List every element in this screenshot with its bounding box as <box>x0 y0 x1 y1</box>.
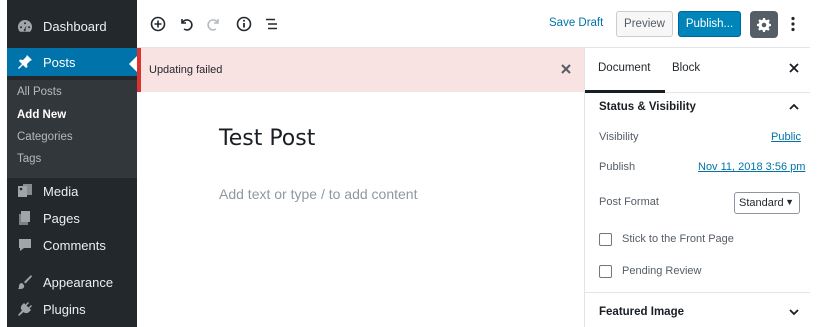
submenu-item-categories[interactable]: Categories <box>17 131 73 143</box>
settings-toggle-button[interactable] <box>750 11 778 38</box>
dashboard-icon <box>7 18 43 34</box>
sidebar-item-label: Media <box>43 183 79 199</box>
sidebar-item-label: Appearance <box>43 274 114 290</box>
post-title-input[interactable]: Test Post <box>219 126 315 151</box>
close-icon <box>789 63 799 73</box>
sidebar-item-dashboard[interactable]: Dashboard <box>7 12 137 40</box>
visibility-toggle[interactable]: Public <box>771 131 801 143</box>
tab-block[interactable]: Block <box>672 62 700 74</box>
publish-button[interactable]: Publish... <box>678 11 741 37</box>
sidebar-item-label: Dashboard <box>43 18 107 34</box>
publish-date-toggle[interactable]: Nov 11, 2018 3:56 pm <box>698 161 805 173</box>
block-appender-placeholder[interactable]: Add text or type / to add content <box>219 186 417 202</box>
media-icon <box>7 183 43 199</box>
sidebar-item-appearance[interactable]: Appearance <box>7 269 137 295</box>
pages-icon <box>7 210 43 226</box>
close-settings-button[interactable] <box>787 61 801 75</box>
sidebar-item-media[interactable]: Media <box>7 178 137 204</box>
sidebar-item-pages[interactable]: Pages <box>7 205 137 231</box>
add-block-icon[interactable] <box>148 14 168 34</box>
dropdown-arrow-icon: ▼ <box>785 197 794 207</box>
pending-review-checkbox[interactable] <box>599 265 612 278</box>
error-notice: Updating failed <box>137 48 584 92</box>
active-tab-indicator <box>585 90 665 93</box>
sidebar-item-label: Pages <box>43 210 80 226</box>
comments-icon <box>7 237 43 253</box>
notice-dismiss-button[interactable] <box>560 62 572 76</box>
settings-tabs: Document Block <box>585 48 811 93</box>
notice-message: Updating failed <box>149 64 223 76</box>
appearance-icon <box>7 274 43 290</box>
post-format-select[interactable]: Standard ▼ <box>734 192 800 214</box>
current-menu-arrow <box>129 56 137 72</box>
close-icon <box>561 64 571 74</box>
admin-sidebar: Dashboard Posts All Posts Add New Catego… <box>7 0 137 327</box>
sidebar-item-plugins[interactable]: Plugins <box>7 296 137 322</box>
submenu-item-tags[interactable]: Tags <box>17 153 41 165</box>
submenu-item-all-posts[interactable]: All Posts <box>17 86 62 98</box>
sidebar-item-label: Comments <box>43 237 106 253</box>
chevron-up-icon[interactable] <box>787 101 801 113</box>
editor-toolbar: Save Draft Preview Publish... <box>137 0 810 48</box>
sidebar-item-comments[interactable]: Comments <box>7 232 137 258</box>
redo-icon[interactable] <box>204 14 224 34</box>
more-options-button[interactable] <box>785 14 801 34</box>
sidebar-item-label: Posts <box>43 54 76 70</box>
status-visibility-panel-title[interactable]: Status & Visibility <box>599 101 696 113</box>
save-draft-button[interactable]: Save Draft <box>549 17 603 29</box>
window-edge <box>810 0 817 327</box>
info-icon[interactable] <box>234 14 254 34</box>
visibility-label: Visibility <box>599 131 639 143</box>
sticky-checkbox-label[interactable]: Stick to the Front Page <box>622 233 734 245</box>
post-format-label: Post Format <box>599 196 659 208</box>
sidebar-item-posts[interactable]: Posts <box>7 48 137 76</box>
plugins-icon <box>7 301 43 317</box>
more-vertical-icon <box>791 16 795 32</box>
chevron-down-icon[interactable] <box>787 306 801 318</box>
featured-image-panel-title[interactable]: Featured Image <box>599 306 684 318</box>
post-format-value: Standard <box>739 197 784 209</box>
tab-document[interactable]: Document <box>598 62 650 74</box>
pending-review-checkbox-label[interactable]: Pending Review <box>622 265 702 277</box>
posts-submenu: All Posts Add New Categories Tags <box>7 80 137 178</box>
publish-date-label: Publish <box>599 161 636 173</box>
panel-divider <box>585 292 811 293</box>
settings-sidebar: Document Block Status & Visibility Visib… <box>584 48 811 327</box>
preview-button[interactable]: Preview <box>616 11 673 37</box>
pushpin-icon <box>7 54 43 70</box>
sidebar-item-label: Plugins <box>43 301 86 317</box>
sticky-checkbox[interactable] <box>599 233 612 246</box>
block-navigation-icon[interactable] <box>262 14 282 34</box>
gear-icon <box>757 17 771 32</box>
submenu-item-add-new[interactable]: Add New <box>17 109 66 121</box>
undo-icon[interactable] <box>176 14 196 34</box>
